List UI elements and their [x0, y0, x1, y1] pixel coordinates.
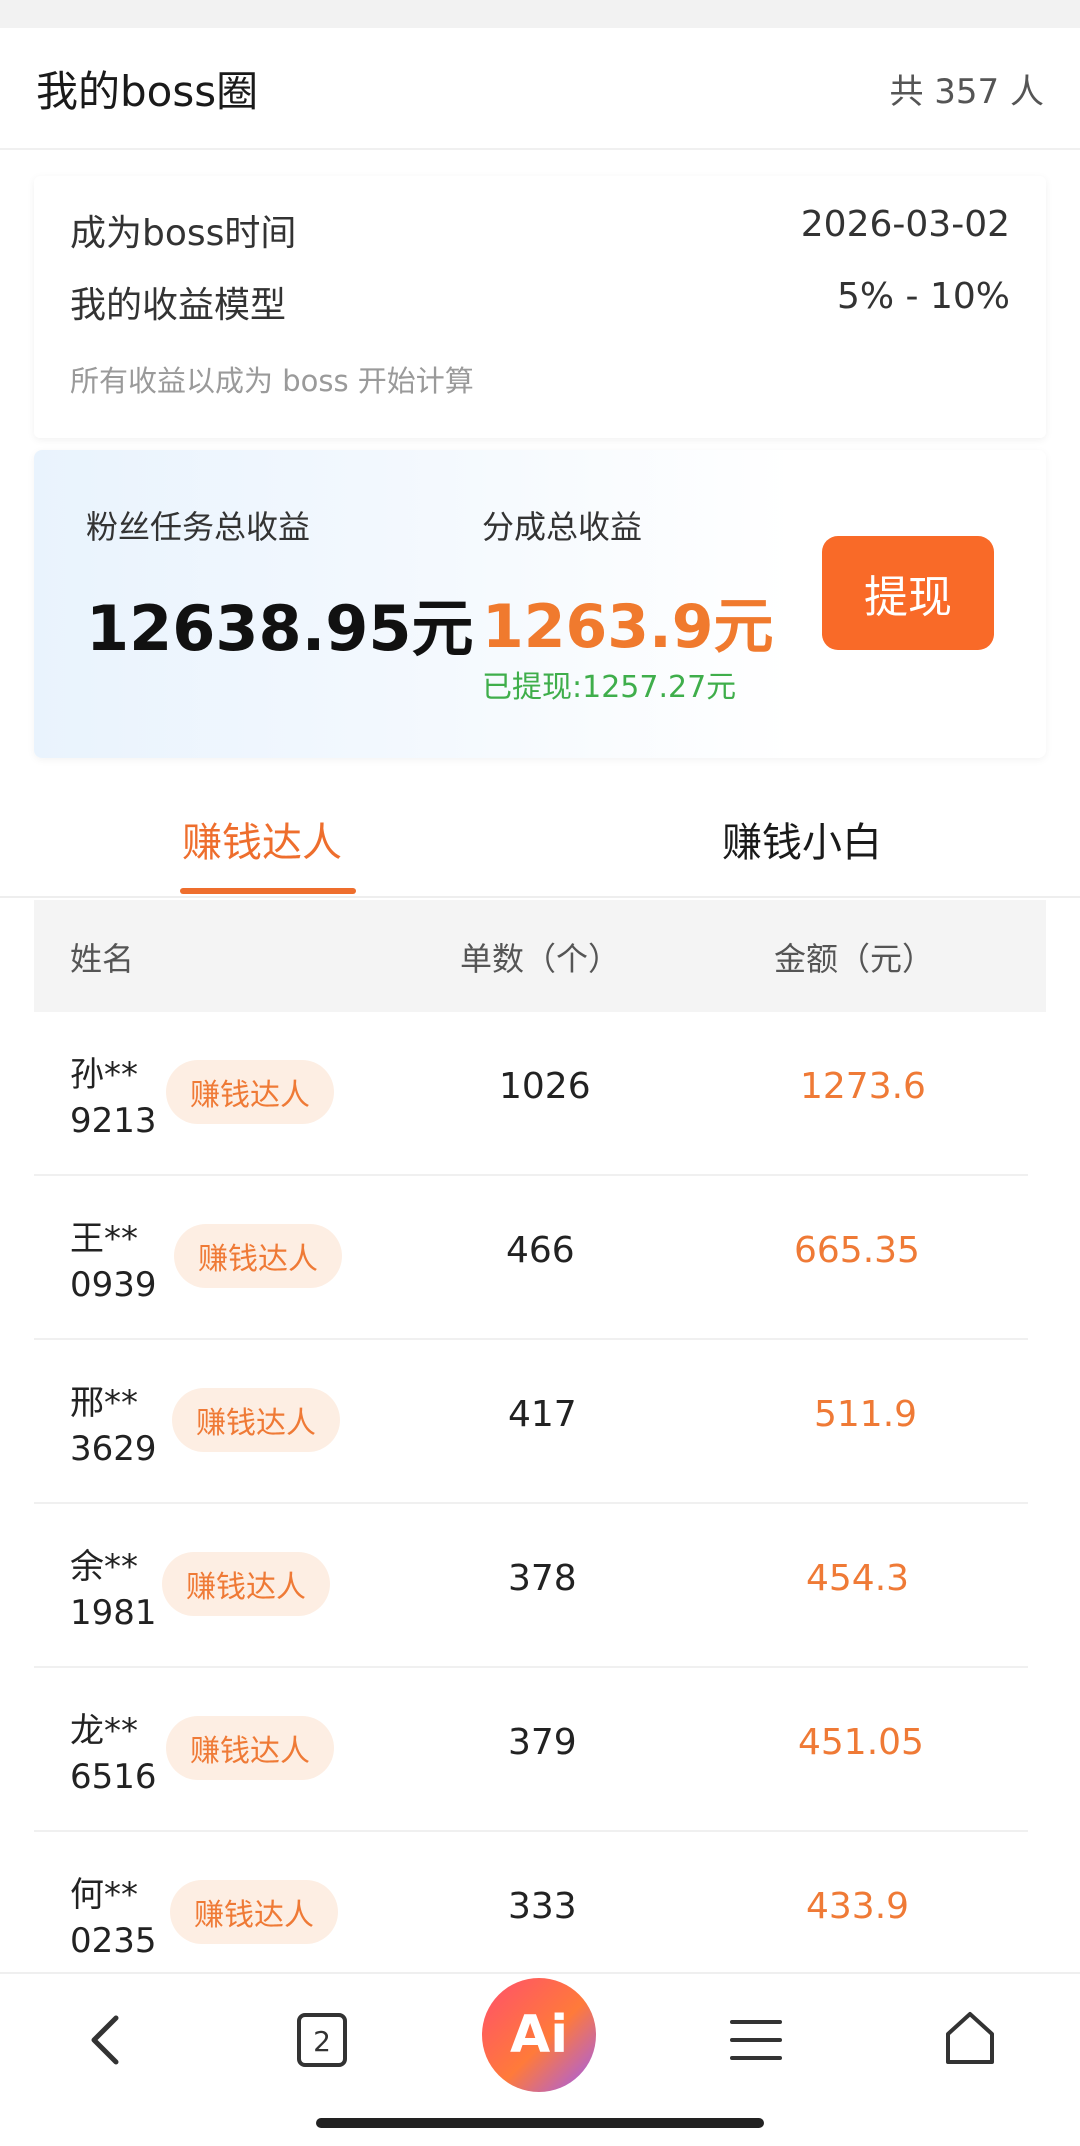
page-title: 我的boss圈 [36, 67, 259, 116]
member-name: 余** 1981 [70, 1547, 157, 1633]
table-row[interactable]: 孙** 9213 赚钱达人 1026 1273.6 [34, 1012, 1028, 1176]
tab-bar: 赚钱达人 赚钱小白 [0, 770, 1080, 898]
member-list: 孙** 9213 赚钱达人 1026 1273.6 王** 0939 赚钱达人 46… [34, 1012, 1046, 1996]
tabs-icon[interactable]: 2 [296, 2012, 348, 2072]
table-header: 姓名 单数（个） 金额（元） [34, 900, 1046, 1012]
share-income-label: 分成总收益 [482, 508, 643, 546]
tab-count-label: 2 [313, 2025, 331, 2058]
menu-icon[interactable] [728, 2016, 784, 2068]
ai-label: Ai [509, 2005, 569, 2065]
amount: 454.3 [806, 1558, 910, 1599]
boss-time-label: 成为boss时间 [70, 213, 297, 254]
member-name: 王** 0939 [70, 1219, 157, 1305]
table-row[interactable]: 邢** 3629 赚钱达人 417 511.9 [34, 1340, 1028, 1504]
boss-time-value: 2026-03-02 [800, 204, 1010, 245]
page-header: 我的boss圈 共 357 人 [0, 28, 1080, 150]
status-badge: 赚钱达人 [170, 1880, 338, 1944]
withdraw-button[interactable]: 提现 [822, 536, 994, 650]
order-count: 417 [508, 1394, 577, 1435]
table-row[interactable]: 龙** 6516 赚钱达人 379 451.05 [34, 1668, 1028, 1832]
income-model-row: 我的收益模型 5% - 10% [70, 276, 1010, 336]
order-count: 1026 [499, 1066, 591, 1107]
amount: 1273.6 [800, 1066, 926, 1107]
active-tab-indicator [180, 888, 356, 894]
member-name: 邢** 3629 [70, 1383, 157, 1469]
status-strip [0, 0, 1080, 28]
amount: 451.05 [798, 1722, 924, 1763]
earnings-card: 粉丝任务总收益 12638.95元 分成总收益 1263.9元 已提现:1257… [34, 450, 1046, 758]
order-count: 333 [508, 1886, 577, 1927]
member-name: 孙** 9213 [70, 1055, 157, 1141]
column-header-name: 姓名 [70, 940, 135, 978]
boss-info-card: 成为boss时间 2026-03-02 我的收益模型 5% - 10% 所有收益… [34, 176, 1046, 438]
column-header-amount: 金额（元） [774, 940, 935, 978]
status-badge: 赚钱达人 [162, 1552, 330, 1616]
status-badge: 赚钱达人 [172, 1388, 340, 1452]
fans-income-value: 12638.95元 [86, 592, 474, 665]
member-name: 何** 0235 [70, 1875, 157, 1961]
column-header-count: 单数（个） [460, 940, 621, 978]
fans-income-label: 粉丝任务总收益 [86, 508, 311, 546]
member-count: 共 357 人 [889, 72, 1044, 112]
order-count: 379 [508, 1722, 577, 1763]
order-count: 378 [508, 1558, 577, 1599]
amount: 511.9 [814, 1394, 918, 1435]
boss-time-row: 成为boss时间 2026-03-02 [70, 204, 1010, 264]
table-row[interactable]: 余** 1981 赚钱达人 378 454.3 [34, 1504, 1028, 1668]
ai-assistant-icon[interactable]: Ai [482, 1978, 596, 2092]
back-icon[interactable] [82, 2010, 130, 2074]
table-row[interactable]: 王** 0939 赚钱达人 466 665.35 [34, 1176, 1028, 1340]
income-model-value: 5% - 10% [836, 276, 1010, 317]
income-model-label: 我的收益模型 [70, 285, 287, 326]
status-badge: 赚钱达人 [166, 1716, 334, 1780]
member-name: 龙** 6516 [70, 1711, 157, 1797]
order-count: 466 [506, 1230, 575, 1271]
withdrawn-amount: 已提现:1257.27元 [482, 670, 737, 705]
share-income-value: 1263.9元 [482, 592, 774, 662]
status-badge: 赚钱达人 [166, 1060, 334, 1124]
tab-earning-expert[interactable]: 赚钱达人 [182, 810, 342, 868]
income-note: 所有收益以成为 boss 开始计算 [70, 364, 474, 398]
amount: 665.35 [794, 1230, 920, 1271]
home-indicator[interactable] [316, 2118, 764, 2128]
tab-earning-beginner[interactable]: 赚钱小白 [722, 810, 882, 868]
home-icon[interactable] [940, 2008, 1000, 2072]
amount: 433.9 [806, 1886, 910, 1927]
status-badge: 赚钱达人 [174, 1224, 342, 1288]
